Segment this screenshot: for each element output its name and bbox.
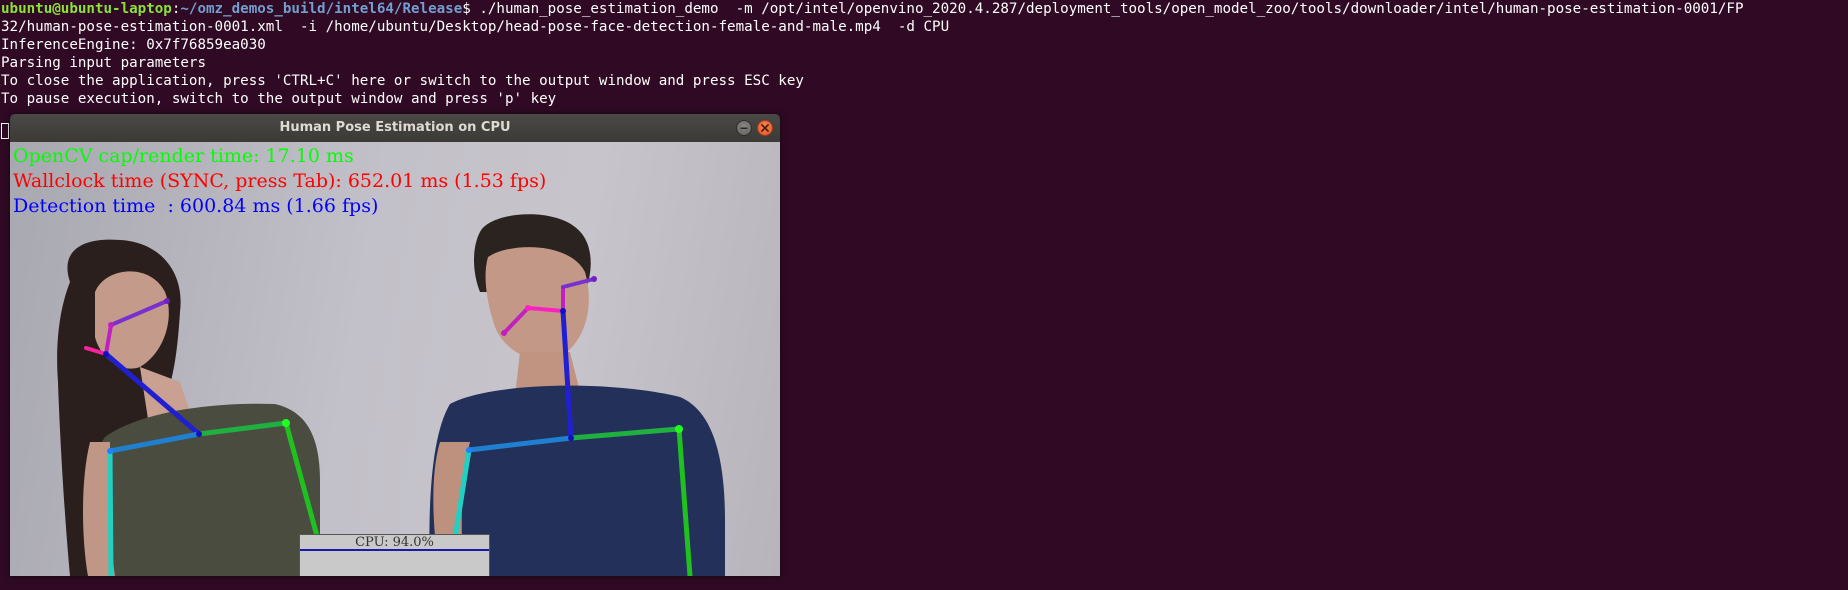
wallclock-text: Wallclock time (SYNC, press Tab): 652.01…	[13, 170, 547, 192]
video-frame: OpenCV cap/render time: 17.10 ms Wallclo…	[10, 142, 780, 576]
cpu-usage-label: CPU: 94.0%	[355, 535, 434, 550]
output-line: Parsing input parameters	[1, 55, 206, 71]
close-icon	[761, 124, 769, 132]
prompt-user: ubuntu@ubuntu-laptop	[1, 1, 172, 17]
skeleton-joint	[164, 298, 170, 304]
prompt-path: ~/omz_demos_build/intel64/Release	[180, 1, 463, 17]
skeleton-limb	[107, 448, 114, 576]
window-title: Human Pose Estimation on CPU	[279, 120, 511, 135]
minimize-icon	[740, 127, 748, 130]
skeleton-joint	[108, 322, 114, 328]
output-line: InferenceEngine: 0x7f76859ea030	[1, 37, 266, 53]
skeleton-joint	[196, 431, 202, 437]
command-text-1: ./human_pose_estimation_demo -m /opt/int…	[470, 1, 1744, 17]
detection-time-text: Detection time : 600.84 ms (1.66 fps)	[13, 195, 379, 217]
skeleton-joint	[103, 351, 109, 357]
pose-estimation-window[interactable]: Human Pose Estimation on CPU OpenCV cap/…	[10, 114, 780, 576]
woman-blouse	[87, 403, 321, 576]
skeleton-joint	[568, 435, 574, 441]
prompt-symbol: $	[462, 1, 471, 17]
skeleton-joint	[560, 308, 566, 314]
skeleton-joint	[107, 448, 113, 454]
minimize-button[interactable]	[736, 120, 752, 136]
output-line: To close the application, press 'CTRL+C'…	[1, 73, 804, 89]
skeleton-joint	[675, 425, 683, 433]
terminal-cursor	[1, 123, 9, 139]
window-titlebar[interactable]: Human Pose Estimation on CPU	[10, 114, 780, 142]
skeleton-joint	[501, 330, 507, 336]
output-line: To pause execution, switch to the output…	[1, 91, 557, 107]
man-face	[485, 247, 589, 361]
command-line-2: 32/human-pose-estimation-0001.xml -i /ho…	[1, 19, 950, 35]
cpu-monitor: CPU: 94.0%	[299, 534, 490, 576]
render-time-text: OpenCV cap/render time: 17.10 ms	[13, 145, 354, 167]
skeleton-joint	[466, 447, 472, 453]
close-button[interactable]	[757, 120, 773, 136]
command-line-1: ubuntu@ubuntu-laptop:~/omz_demos_build/i…	[1, 0, 1744, 18]
skeleton-joint	[591, 276, 597, 282]
skeleton-joint	[525, 305, 531, 311]
cpu-usage-graph	[300, 549, 489, 555]
skeleton-joint	[282, 419, 290, 427]
